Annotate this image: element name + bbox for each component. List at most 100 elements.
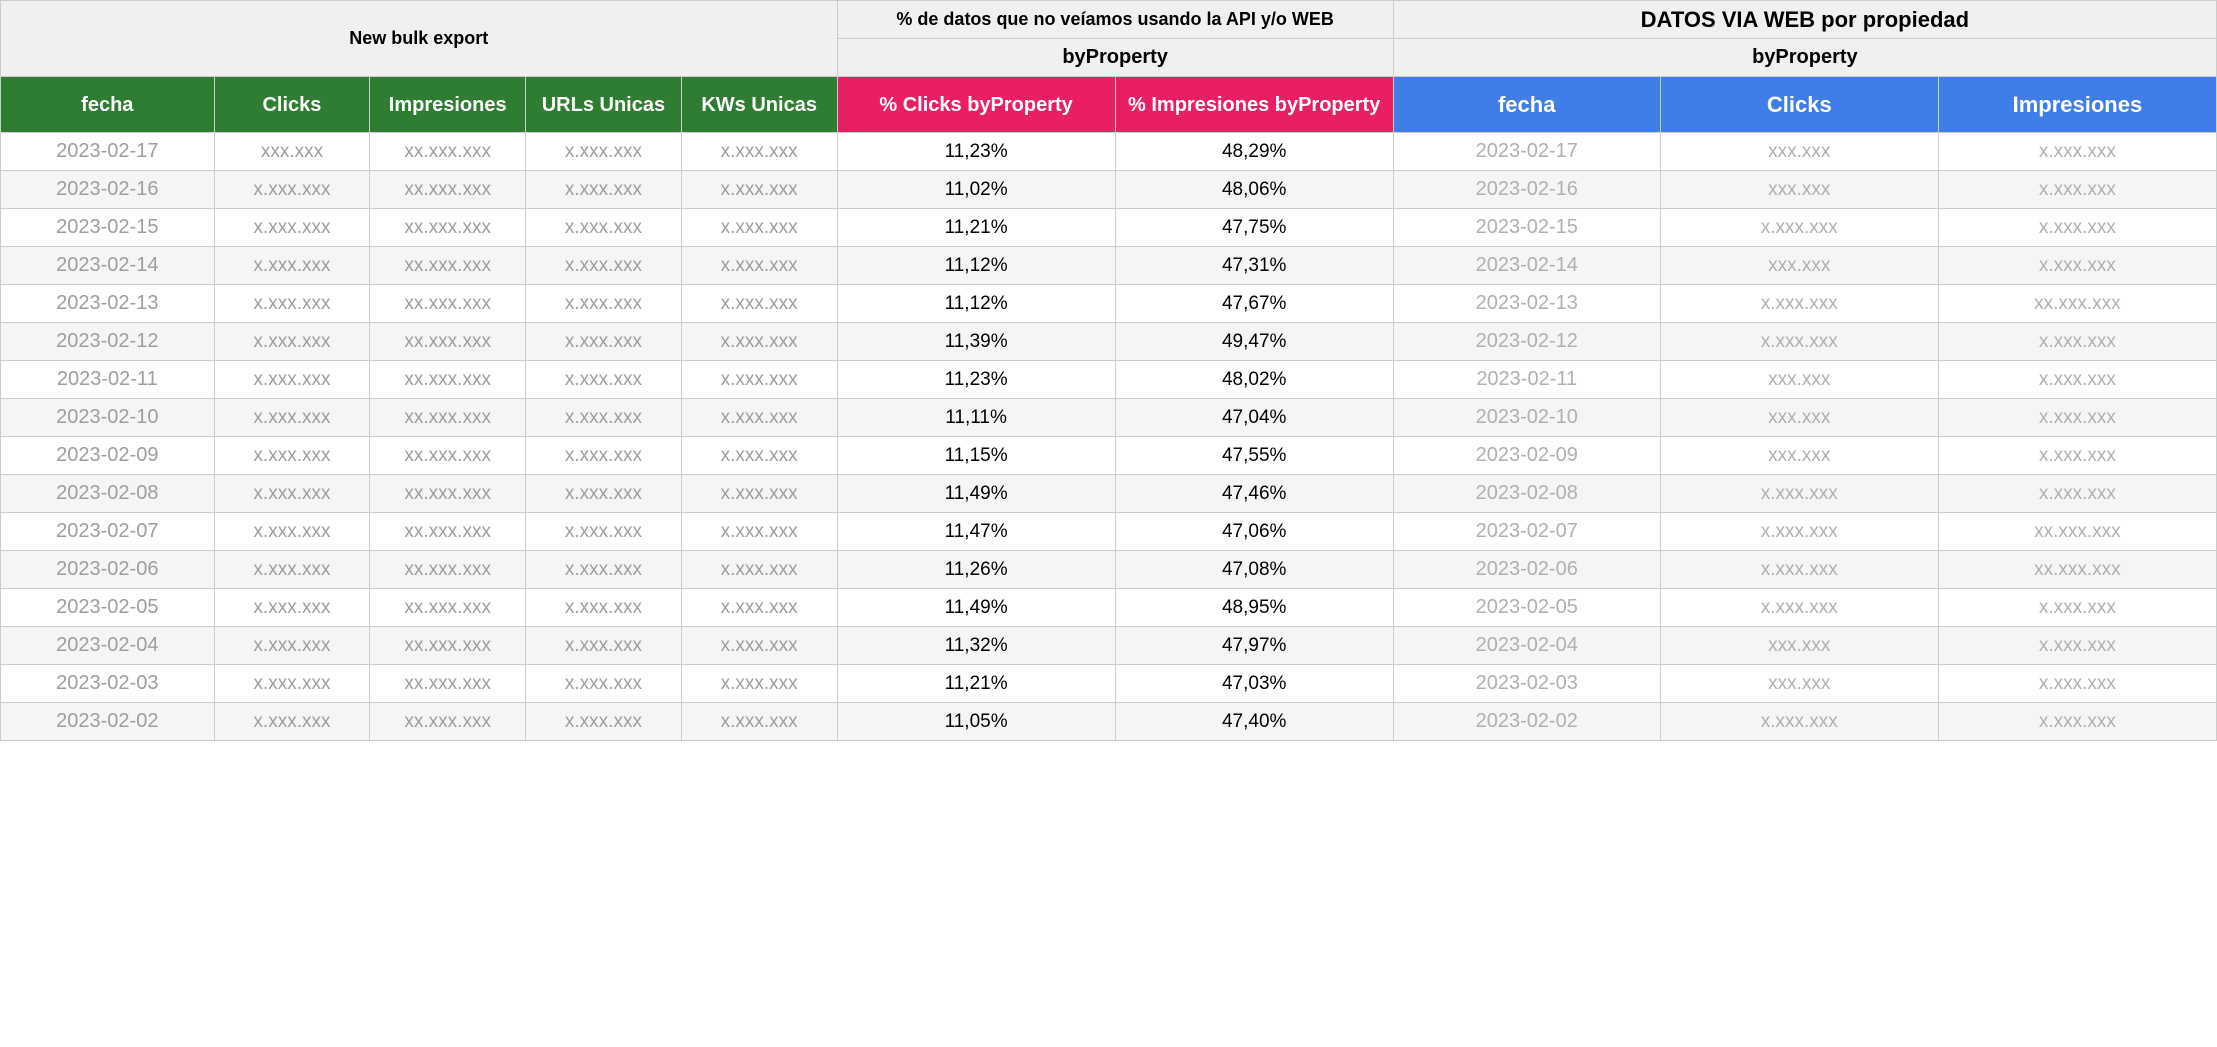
cell-pct-clicks: 11,23% — [837, 133, 1115, 171]
cell-impresiones-bulk: xx.xxx.xxx — [370, 247, 526, 285]
cell-urls-unicas: x.xxx.xxx — [526, 133, 682, 171]
cell-pct-clicks: 11,26% — [837, 551, 1115, 589]
cell-pct-impresiones: 47,04% — [1115, 399, 1393, 437]
col-header-impresiones-web: Impresiones — [1938, 77, 2216, 133]
cell-clicks-bulk: x.xxx.xxx — [214, 247, 370, 285]
col-header-fecha-web: fecha — [1393, 77, 1660, 133]
cell-clicks-bulk: x.xxx.xxx — [214, 285, 370, 323]
cell-pct-clicks: 11,49% — [837, 475, 1115, 513]
cell-impresiones-bulk: xx.xxx.xxx — [370, 627, 526, 665]
cell-fecha-bulk: 2023-02-15 — [1, 209, 215, 247]
cell-clicks-web: xxx.xxx — [1660, 171, 1938, 209]
table-row: 2023-02-17xxx.xxxxx.xxx.xxxx.xxx.xxxx.xx… — [1, 133, 2217, 171]
cell-clicks-bulk: x.xxx.xxx — [214, 551, 370, 589]
cell-impresiones-web: x.xxx.xxx — [1938, 361, 2216, 399]
cell-impresiones-bulk: xx.xxx.xxx — [370, 665, 526, 703]
cell-kws-unicas: x.xxx.xxx — [681, 513, 837, 551]
cell-fecha-bulk: 2023-02-05 — [1, 589, 215, 627]
cell-impresiones-web: x.xxx.xxx — [1938, 627, 2216, 665]
cell-pct-impresiones: 48,29% — [1115, 133, 1393, 171]
cell-fecha-web: 2023-02-10 — [1393, 399, 1660, 437]
cell-clicks-bulk: x.xxx.xxx — [214, 513, 370, 551]
cell-impresiones-web: x.xxx.xxx — [1938, 437, 2216, 475]
cell-urls-unicas: x.xxx.xxx — [526, 323, 682, 361]
cell-pct-impresiones: 48,06% — [1115, 171, 1393, 209]
cell-clicks-web: x.xxx.xxx — [1660, 513, 1938, 551]
table-row: 2023-02-11x.xxx.xxxxx.xxx.xxxx.xxx.xxxx.… — [1, 361, 2217, 399]
cell-kws-unicas: x.xxx.xxx — [681, 627, 837, 665]
table-row: 2023-02-08x.xxx.xxxxx.xxx.xxxx.xxx.xxxx.… — [1, 475, 2217, 513]
col-header-impresiones-bulk: Impresiones — [370, 77, 526, 133]
cell-pct-clicks: 11,49% — [837, 589, 1115, 627]
cell-urls-unicas: x.xxx.xxx — [526, 399, 682, 437]
table-row: 2023-02-15x.xxx.xxxxx.xxx.xxxx.xxx.xxxx.… — [1, 209, 2217, 247]
cell-clicks-web: x.xxx.xxx — [1660, 209, 1938, 247]
cell-impresiones-web: xx.xxx.xxx — [1938, 285, 2216, 323]
cell-pct-clicks: 11,32% — [837, 627, 1115, 665]
cell-urls-unicas: x.xxx.xxx — [526, 551, 682, 589]
cell-pct-clicks: 11,02% — [837, 171, 1115, 209]
cell-kws-unicas: x.xxx.xxx — [681, 589, 837, 627]
cell-impresiones-web: xx.xxx.xxx — [1938, 551, 2216, 589]
cell-fecha-bulk: 2023-02-16 — [1, 171, 215, 209]
cell-fecha-bulk: 2023-02-08 — [1, 475, 215, 513]
cell-impresiones-bulk: xx.xxx.xxx — [370, 171, 526, 209]
cell-kws-unicas: x.xxx.xxx — [681, 209, 837, 247]
cell-pct-impresiones: 47,67% — [1115, 285, 1393, 323]
col-header-pct-clicks: % Clicks byProperty — [837, 77, 1115, 133]
cell-fecha-bulk: 2023-02-06 — [1, 551, 215, 589]
cell-pct-clicks: 11,05% — [837, 703, 1115, 741]
cell-pct-clicks: 11,21% — [837, 665, 1115, 703]
cell-kws-unicas: x.xxx.xxx — [681, 703, 837, 741]
cell-clicks-web: x.xxx.xxx — [1660, 551, 1938, 589]
cell-pct-clicks: 11,47% — [837, 513, 1115, 551]
cell-pct-impresiones: 47,03% — [1115, 665, 1393, 703]
col-header-clicks-web: Clicks — [1660, 77, 1938, 133]
cell-urls-unicas: x.xxx.xxx — [526, 589, 682, 627]
cell-clicks-web: x.xxx.xxx — [1660, 475, 1938, 513]
cell-fecha-bulk: 2023-02-04 — [1, 627, 215, 665]
cell-impresiones-web: x.xxx.xxx — [1938, 323, 2216, 361]
cell-fecha-web: 2023-02-06 — [1393, 551, 1660, 589]
section-sub-web: byProperty — [1393, 39, 2216, 77]
cell-pct-impresiones: 48,02% — [1115, 361, 1393, 399]
cell-impresiones-web: x.xxx.xxx — [1938, 171, 2216, 209]
cell-urls-unicas: x.xxx.xxx — [526, 475, 682, 513]
cell-clicks-web: xxx.xxx — [1660, 247, 1938, 285]
cell-impresiones-web: x.xxx.xxx — [1938, 475, 2216, 513]
section-title-bulk: New bulk export — [1, 1, 838, 77]
cell-impresiones-bulk: xx.xxx.xxx — [370, 285, 526, 323]
section-title-web: DATOS VIA WEB por propiedad — [1393, 1, 2216, 39]
cell-fecha-web: 2023-02-08 — [1393, 475, 1660, 513]
cell-pct-impresiones: 47,08% — [1115, 551, 1393, 589]
cell-impresiones-web: x.xxx.xxx — [1938, 703, 2216, 741]
cell-kws-unicas: x.xxx.xxx — [681, 247, 837, 285]
cell-pct-clicks: 11,12% — [837, 285, 1115, 323]
cell-clicks-bulk: x.xxx.xxx — [214, 323, 370, 361]
table-row: 2023-02-09x.xxx.xxxxx.xxx.xxxx.xxx.xxxx.… — [1, 437, 2217, 475]
cell-impresiones-bulk: xx.xxx.xxx — [370, 589, 526, 627]
cell-kws-unicas: x.xxx.xxx — [681, 323, 837, 361]
table-row: 2023-02-02x.xxx.xxxxx.xxx.xxxx.xxx.xxxx.… — [1, 703, 2217, 741]
cell-impresiones-web: x.xxx.xxx — [1938, 247, 2216, 285]
table-row: 2023-02-13x.xxx.xxxxx.xxx.xxxx.xxx.xxxx.… — [1, 285, 2217, 323]
cell-fecha-web: 2023-02-15 — [1393, 209, 1660, 247]
cell-fecha-bulk: 2023-02-07 — [1, 513, 215, 551]
cell-fecha-web: 2023-02-14 — [1393, 247, 1660, 285]
cell-clicks-web: xxx.xxx — [1660, 437, 1938, 475]
cell-pct-impresiones: 48,95% — [1115, 589, 1393, 627]
cell-clicks-web: xxx.xxx — [1660, 627, 1938, 665]
cell-pct-impresiones: 47,97% — [1115, 627, 1393, 665]
cell-fecha-bulk: 2023-02-13 — [1, 285, 215, 323]
table-row: 2023-02-07x.xxx.xxxxx.xxx.xxxx.xxx.xxxx.… — [1, 513, 2217, 551]
cell-impresiones-web: xx.xxx.xxx — [1938, 513, 2216, 551]
cell-urls-unicas: x.xxx.xxx — [526, 361, 682, 399]
cell-kws-unicas: x.xxx.xxx — [681, 475, 837, 513]
cell-fecha-web: 2023-02-17 — [1393, 133, 1660, 171]
cell-pct-impresiones: 49,47% — [1115, 323, 1393, 361]
table-row: 2023-02-06x.xxx.xxxxx.xxx.xxxx.xxx.xxxx.… — [1, 551, 2217, 589]
cell-impresiones-web: x.xxx.xxx — [1938, 209, 2216, 247]
cell-clicks-bulk: x.xxx.xxx — [214, 399, 370, 437]
cell-impresiones-web: x.xxx.xxx — [1938, 133, 2216, 171]
cell-fecha-web: 2023-02-09 — [1393, 437, 1660, 475]
